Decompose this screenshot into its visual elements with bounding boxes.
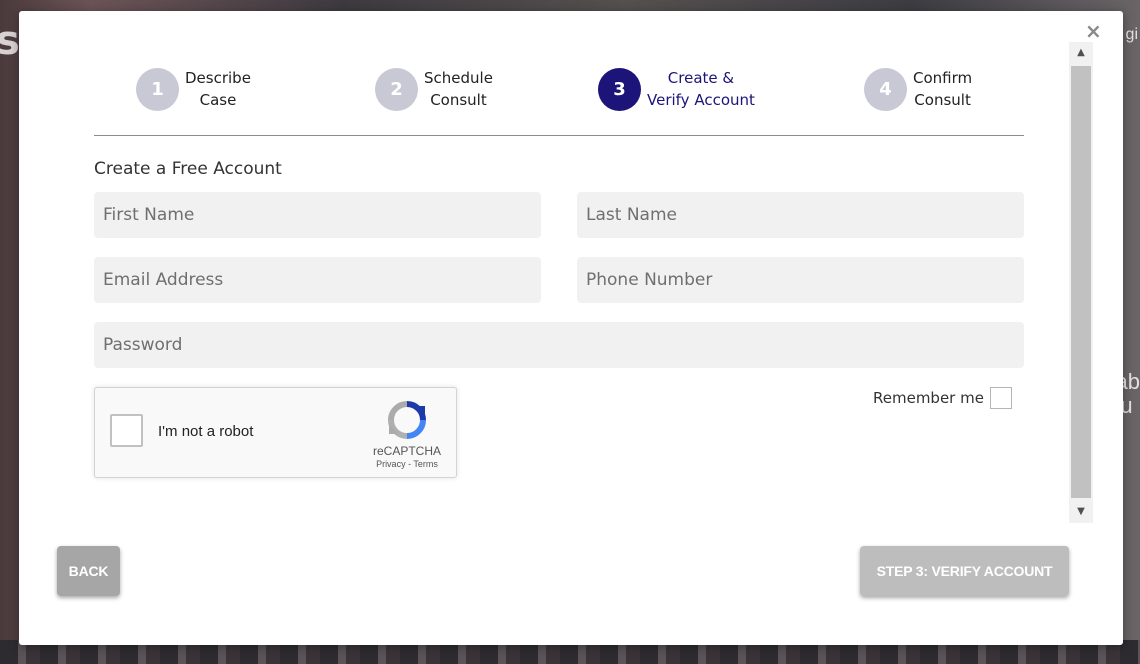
recaptcha-brand: reCAPTCHA (372, 444, 441, 458)
phone-input[interactable] (577, 257, 1024, 303)
triangle-up-icon[interactable]: ▲ (1069, 42, 1093, 64)
recaptcha-terms-link[interactable]: Terms (413, 459, 438, 469)
background-text: gi (1125, 26, 1138, 43)
recaptcha-widget: I'm not a robot reCAPTCHA Privacy - Term… (94, 387, 457, 478)
step-describe-case: 1 Describe Case (136, 67, 251, 111)
first-name-input[interactable] (94, 192, 541, 238)
recaptcha-privacy-link[interactable]: Privacy (376, 459, 406, 469)
stepper-divider (94, 135, 1024, 136)
step-number: 4 (864, 67, 907, 111)
recaptcha-checkbox[interactable] (110, 414, 143, 447)
step-label: Confirm Consult (913, 69, 973, 109)
password-input[interactable] (94, 322, 1024, 368)
scroll-thumb[interactable] (1071, 66, 1091, 498)
step-label: Describe Case (185, 69, 251, 109)
step-number: 2 (375, 67, 418, 111)
remember-me-checkbox[interactable] (989, 387, 1012, 409)
triangle-down-icon[interactable]: ▼ (1069, 501, 1093, 523)
step-number: 3 (598, 67, 641, 111)
background-text: s (0, 18, 20, 64)
step-create-verify-account: 3 Create & Verify Account (598, 67, 755, 111)
remember-me[interactable]: Remember me (873, 387, 1012, 409)
remember-me-label: Remember me (873, 389, 984, 407)
recaptcha-label: I'm not a robot (158, 423, 254, 440)
step-number: 1 (136, 67, 179, 111)
step-schedule-consult: 2 Schedule Consult (375, 67, 493, 111)
recaptcha-logo-icon (388, 401, 426, 439)
step-label: Create & Verify Account (647, 69, 755, 109)
recaptcha-links: Privacy - Terms (365, 459, 449, 469)
step-confirm-consult: 4 Confirm Consult (864, 67, 972, 111)
form-title: Create a Free Account (94, 159, 282, 179)
email-input[interactable] (94, 257, 541, 303)
last-name-input[interactable] (577, 192, 1024, 238)
step-label: Schedule Consult (424, 69, 493, 109)
verify-account-button[interactable]: STEP 3: VERIFY ACCOUNT (860, 546, 1069, 596)
back-button[interactable]: BACK (57, 546, 120, 596)
modal-scrollbar[interactable]: ▲ ▼ (1069, 42, 1093, 523)
close-icon[interactable]: × (1085, 21, 1102, 41)
